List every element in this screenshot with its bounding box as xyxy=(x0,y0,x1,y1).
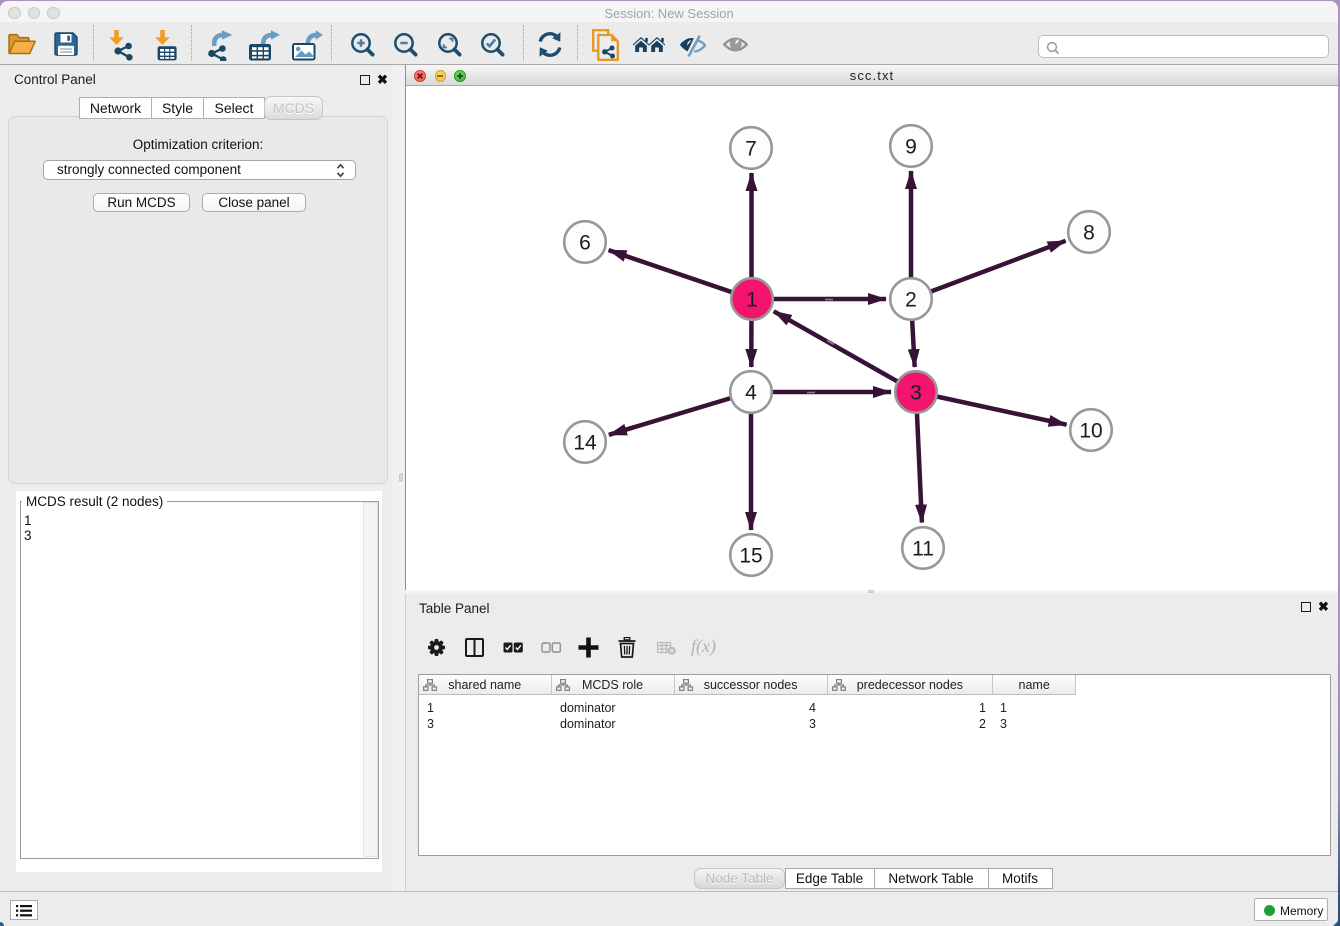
svg-text:1: 1 xyxy=(746,288,758,311)
svg-text:3: 3 xyxy=(910,381,922,404)
svg-text:6: 6 xyxy=(579,231,591,254)
svg-text:14: 14 xyxy=(573,431,597,454)
svg-text:11: 11 xyxy=(912,537,934,560)
svg-text:2: 2 xyxy=(905,288,917,311)
svg-text:4: 4 xyxy=(745,381,757,404)
svg-text:8: 8 xyxy=(1083,221,1095,244)
svg-text:10: 10 xyxy=(1079,419,1102,442)
svg-text:15: 15 xyxy=(739,544,762,567)
svg-text:7: 7 xyxy=(745,137,757,160)
svg-text:9: 9 xyxy=(905,135,917,158)
